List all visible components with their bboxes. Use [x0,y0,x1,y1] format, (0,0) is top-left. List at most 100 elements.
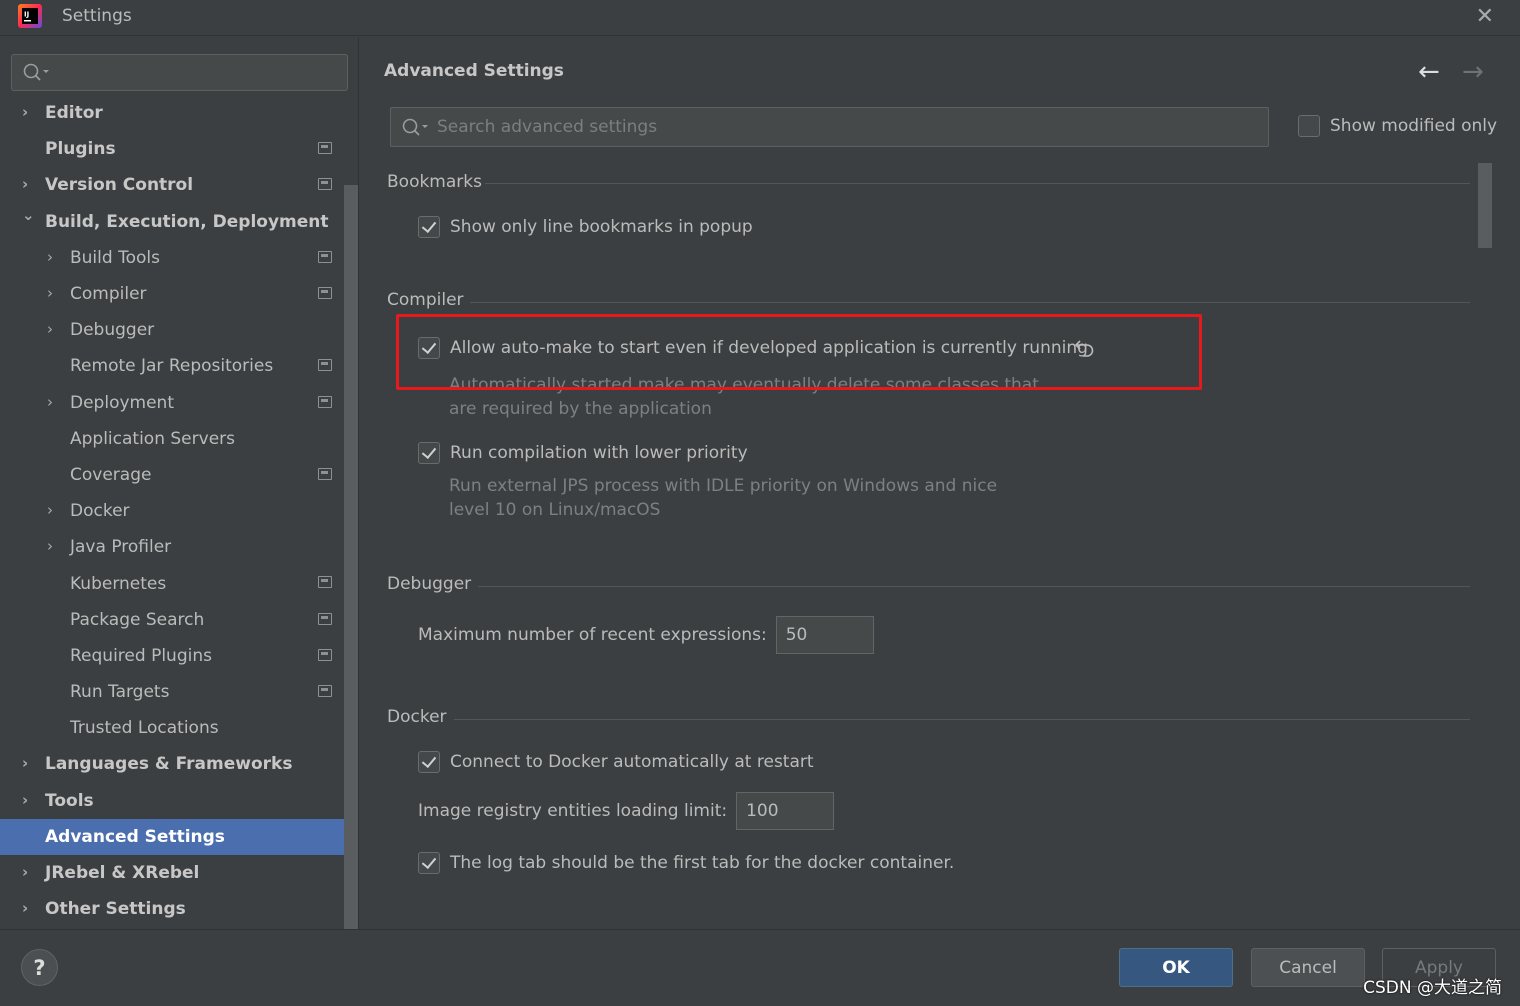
sidebar-item-build-execution-deployment[interactable]: ⌄ Build, Execution, Deployment [0,204,345,240]
cancel-button[interactable]: Cancel [1251,948,1365,987]
project-level-icon [318,250,332,263]
sidebar-item-coverage[interactable]: Coverage [0,457,345,493]
sidebar-item-label: Languages & Frameworks [45,754,293,775]
docker-auto-connect-checkbox[interactable]: Connect to Docker automatically at resta… [418,751,814,773]
sidebar-item-label: Version Control [45,175,194,196]
sidebar-item-docker[interactable]: › Docker [0,493,345,529]
section-title-compiler: Compiler [387,290,464,310]
sidebar-item-debugger[interactable]: › Debugger [0,312,345,348]
section-divider [454,719,1470,720]
lower-priority-compilation-checkbox[interactable]: Run compilation with lower priority [418,442,748,464]
page-title: Advanced Settings [384,61,564,81]
chevron-right-icon[interactable]: › [22,103,28,121]
sidebar-item-label: Java Profiler [70,537,172,558]
highlight-annotation [396,314,1202,390]
sidebar-item-label: Package Search [70,609,205,630]
sidebar-item-label: Compiler [70,284,147,305]
sidebar-item-package-search[interactable]: Package Search [0,602,345,638]
chevron-right-icon[interactable]: › [22,754,28,772]
sidebar-item-compiler[interactable]: › Compiler [0,276,345,312]
arrow-right-icon[interactable]: → [1462,57,1484,87]
show-modified-only-checkbox[interactable]: Show modified only [1298,115,1497,137]
chevron-right-icon[interactable]: › [47,320,53,338]
sidebar-item-editor[interactable]: › Editor [0,95,345,131]
window-title: Settings [62,6,132,26]
chevron-right-icon[interactable]: › [47,284,53,302]
sidebar-item-label: Build Tools [70,247,160,268]
search-icon [23,63,49,81]
recent-expressions-row: Maximum number of recent expressions: 50 [418,616,874,654]
chevron-right-icon[interactable]: › [22,175,28,193]
chevron-right-icon[interactable]: › [22,899,28,917]
section-title-docker: Docker [387,707,447,727]
chevron-right-icon[interactable]: › [47,537,53,555]
sidebar-item-plugins[interactable]: Plugins [0,131,345,167]
chevron-right-icon[interactable]: › [22,863,28,881]
recent-expressions-input[interactable]: 50 [775,616,874,654]
sidebar-item-run-targets[interactable]: Run Targets [0,674,345,710]
lower-priority-description-line-1: Run external JPS process with IDLE prior… [449,476,998,496]
sidebar-search-input[interactable] [11,54,348,91]
project-level-icon [318,286,332,299]
sidebar-item-tools[interactable]: › Tools [0,783,345,819]
sidebar-item-version-control[interactable]: › Version Control [0,167,345,203]
sidebar-item-label: Coverage [70,464,152,485]
content-scrollbar[interactable] [1478,163,1492,248]
chevron-right-icon[interactable]: › [47,393,53,411]
checkbox-box[interactable] [418,751,440,773]
sidebar-item-application-servers[interactable]: Application Servers [0,421,345,457]
chevron-right-icon[interactable]: › [22,791,28,809]
sidebar-item-label: Plugins [45,139,116,160]
sidebar-item-label: Build, Execution, Deployment [45,211,329,232]
chevron-right-icon[interactable]: › [47,248,53,266]
sidebar-item-trusted-locations[interactable]: Trusted Locations [0,710,345,746]
chevron-right-icon[interactable]: › [47,501,53,519]
bookmarks-line-only-checkbox[interactable]: Show only line bookmarks in popup [418,216,753,238]
project-level-icon [318,395,332,408]
section-divider [478,586,1470,587]
advanced-settings-search [390,107,1269,147]
sidebar-item-required-plugins[interactable]: Required Plugins [0,638,345,674]
sidebar-item-kubernetes[interactable]: Kubernetes [0,565,345,601]
sidebar-item-other-settings[interactable]: › Other Settings [0,891,345,927]
help-button[interactable]: ? [21,949,58,986]
registry-limit-row: Image registry entities loading limit: 1… [418,792,835,830]
arrow-left-icon[interactable]: ← [1418,57,1440,87]
sidebar-scrollbar[interactable] [344,185,358,929]
sidebar-item-remote-jar-repositories[interactable]: Remote Jar Repositories [0,348,345,384]
sidebar-item-java-profiler[interactable]: › Java Profiler [0,529,345,565]
checkbox-box[interactable] [418,852,440,874]
checkbox-label: The log tab should be the first tab for … [450,853,955,873]
close-window-icon[interactable]: ✕ [1476,4,1494,29]
checkbox-box[interactable] [1298,115,1320,137]
sidebar-item-label: Kubernetes [70,573,167,594]
registry-limit-input[interactable]: 100 [736,792,835,830]
project-level-icon [318,612,332,625]
settings-tree: › Editor Plugins › Version Control ⌄ Build, Ex… [0,95,345,927]
watermark: CSDN @大道之简 [1363,978,1502,998]
field-label: Image registry entities loading limit: [418,801,728,821]
checkbox-box[interactable] [418,442,440,464]
project-level-icon [318,648,332,661]
sidebar-item-label: Deployment [70,392,174,413]
sidebar-item-label: JRebel & XRebel [45,863,200,884]
intellij-app-icon: IJ [18,4,42,28]
docker-log-tab-first-checkbox[interactable]: The log tab should be the first tab for … [418,852,954,874]
checkbox-label: Connect to Docker automatically at resta… [450,752,814,772]
sidebar-item-jrebel-xrebel[interactable]: › JRebel & XRebel [0,855,345,891]
sidebar-item-build-tools[interactable]: › Build Tools [0,240,345,276]
auto-make-description-line-2: are required by the application [449,399,712,419]
chevron-down-icon[interactable]: ⌄ [22,206,35,224]
sidebar-item-advanced-settings[interactable]: Advanced Settings [0,818,345,855]
svg-text:IJ: IJ [24,11,29,19]
project-level-icon [318,178,332,191]
sidebar-item-deployment[interactable]: › Deployment [0,385,345,421]
ok-button[interactable]: OK [1119,948,1233,987]
sidebar-item-languages-frameworks[interactable]: › Languages & Frameworks [0,746,345,782]
project-level-icon [318,685,332,697]
section-title-bookmarks: Bookmarks [387,172,482,192]
sidebar-item-label: Editor [45,103,103,124]
sidebar-item-label: Required Plugins [70,645,212,666]
search-input[interactable] [437,115,1257,139]
checkbox-box[interactable] [418,216,440,238]
